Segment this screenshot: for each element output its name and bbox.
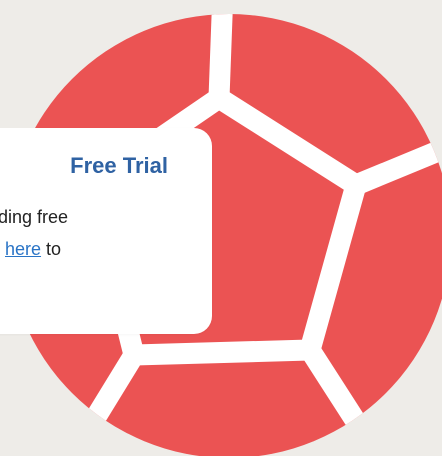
seam-top	[208, 14, 234, 99]
free-trial-card: Free Trial holding free lick here to	[0, 128, 212, 334]
here-link[interactable]: here	[5, 239, 41, 259]
promo-title: Free Trial	[70, 153, 168, 178]
promo-description: holding free lick here to	[0, 201, 164, 265]
page-canvas: Free Trial holding free lick here to	[0, 0, 442, 456]
promo-line-1: holding free	[0, 207, 69, 227]
promo-line-2-suffix: to	[41, 239, 62, 259]
